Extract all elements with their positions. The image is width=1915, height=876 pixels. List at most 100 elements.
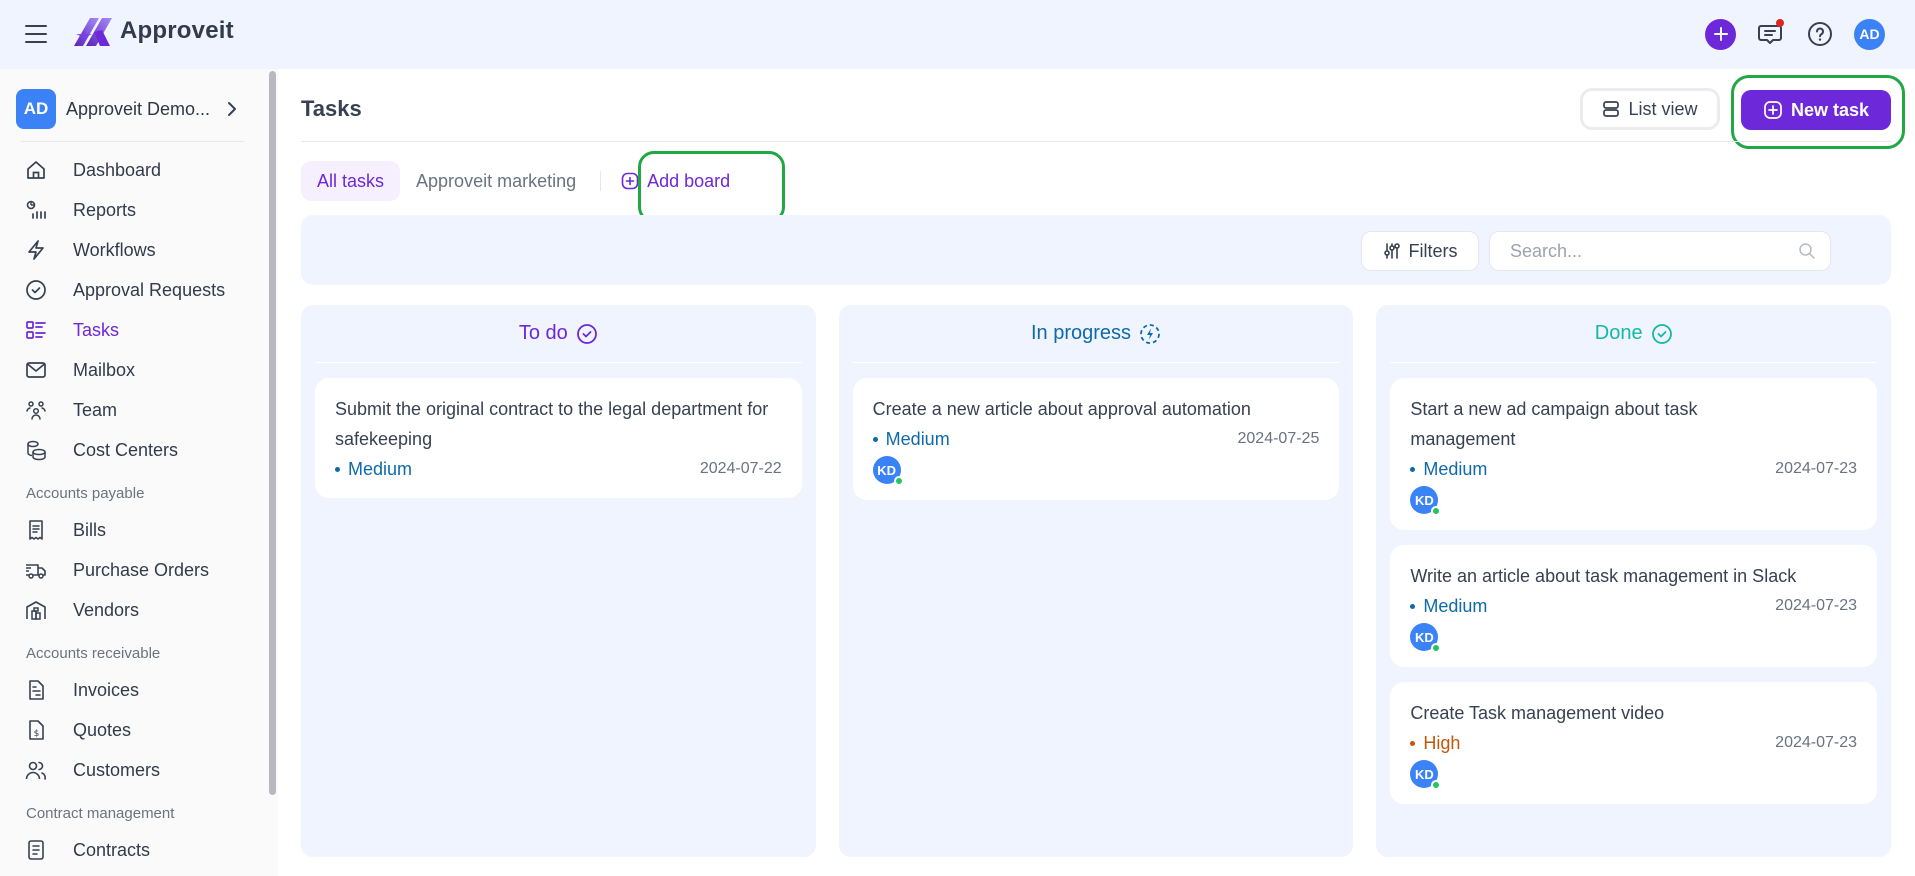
column-in-progress: In progress Create a new article about a…: [838, 305, 1354, 857]
users-icon: [24, 758, 48, 782]
org-name: Approveit Demo...: [66, 98, 211, 119]
assignee-avatar[interactable]: KD: [1410, 623, 1442, 653]
sidebar-item-quotes[interactable]: $ Quotes: [0, 710, 260, 750]
lightning-icon: [24, 238, 48, 262]
sidebar-item-approval-requests[interactable]: Approval Requests: [0, 270, 260, 310]
priority-label: Medium: [885, 428, 950, 449]
sidebar-item-label: Tasks: [73, 319, 120, 340]
priority-dot-icon: [872, 436, 878, 442]
list-view-label: List view: [1628, 98, 1698, 119]
help-icon: [1808, 22, 1832, 46]
contract-icon: [24, 838, 48, 862]
progress-lightning-icon: [1140, 323, 1160, 344]
sidebar-item-label: Purchase Orders: [73, 559, 210, 580]
online-status-icon: [1431, 643, 1442, 653]
approveit-logo-icon: [74, 18, 112, 46]
plus-icon: [1713, 27, 1728, 41]
sidebar-item-label: Customers: [73, 759, 161, 780]
sidebar-item-team[interactable]: Team: [0, 390, 260, 430]
tab-all-tasks[interactable]: All tasks: [301, 161, 401, 201]
messages-button[interactable]: [1754, 18, 1786, 50]
column-header: In progress: [852, 305, 1340, 363]
add-board-label: Add board: [647, 170, 731, 191]
priority-dot-icon: [1410, 740, 1416, 746]
sidebar-item-vendors[interactable]: Vendors: [0, 590, 260, 630]
org-avatar: AD: [16, 89, 56, 129]
tasks-icon: [24, 318, 48, 342]
sidebar-item-label: Contracts: [73, 839, 151, 860]
search-input[interactable]: [1490, 232, 1780, 270]
card-list: Start a new ad campaign about task manag…: [1390, 363, 1878, 804]
card-list: Submit the original contract to the lega…: [315, 363, 802, 498]
new-task-button[interactable]: New task: [1741, 90, 1891, 130]
sidebar-divider: [21, 141, 244, 142]
sidebar-item-bills[interactable]: Bills: [0, 510, 260, 550]
search-field: [1489, 231, 1831, 271]
column-done: Done Start a new ad campaign about task …: [1376, 305, 1892, 857]
assignee-avatar[interactable]: KD: [1410, 486, 1442, 516]
card-list: Create a new article about approval auto…: [852, 363, 1340, 500]
main-content: Tasks List view New task All tasks Appro…: [301, 69, 1905, 876]
user-avatar[interactable]: AD: [1854, 18, 1885, 50]
header-divider: [301, 141, 1891, 142]
chevron-right-icon: [228, 102, 237, 116]
sidebar-item-contracts[interactable]: Contracts: [0, 830, 260, 870]
sidebar-item-invoices[interactable]: Invoices: [0, 670, 260, 710]
menu-icon[interactable]: [24, 23, 48, 45]
sidebar-item-mailbox[interactable]: Mailbox: [0, 350, 260, 390]
task-card[interactable]: Start a new ad campaign about task manag…: [1390, 378, 1878, 530]
sidebar-item-dashboard[interactable]: Dashboard: [0, 150, 260, 190]
sidebar-item-customers[interactable]: Customers: [0, 750, 260, 790]
brand[interactable]: Approveit: [72, 14, 234, 48]
organization-switcher[interactable]: AD Approveit Demo...: [16, 89, 246, 129]
brand-name: Approveit: [120, 17, 234, 44]
tab-approveit-marketing[interactable]: Approveit marketing: [400, 161, 592, 201]
sidebar: AD Approveit Demo... Dashboard Reports W…: [0, 69, 278, 876]
receipt-icon: [24, 518, 48, 542]
sidebar-item-reports[interactable]: Reports: [0, 190, 260, 230]
priority-label: High: [1423, 732, 1461, 753]
task-meta: Medium 2024-07-23: [1410, 454, 1857, 484]
list-view-button[interactable]: List view: [1580, 88, 1720, 130]
sidebar-item-purchase-orders[interactable]: Purchase Orders: [0, 550, 260, 590]
warehouse-icon: [24, 598, 48, 622]
svg-text:$: $: [34, 729, 40, 739]
column-title: In progress: [1030, 322, 1132, 344]
task-card[interactable]: Submit the original contract to the lega…: [315, 378, 802, 498]
search-icon[interactable]: [1798, 242, 1816, 260]
assignee-initials: KD: [1414, 629, 1434, 645]
sidebar-item-cost-centers[interactable]: Cost Centers: [0, 430, 260, 470]
board-toolbar: Filters: [301, 215, 1891, 285]
tab-separator: [600, 171, 602, 191]
sidebar-item-workflows[interactable]: Workflows: [0, 230, 260, 270]
top-bar: Approveit AD: [0, 0, 1915, 69]
database-icon: [24, 438, 48, 462]
task-card[interactable]: Create Task management video High 2024-0…: [1390, 682, 1878, 804]
assignee-avatar[interactable]: KD: [1410, 760, 1442, 790]
task-card[interactable]: Write an article about task management i…: [1390, 545, 1878, 667]
sidebar-scrollbar[interactable]: [269, 71, 276, 795]
sidebar-item-label: Reports: [73, 199, 137, 220]
online-status-icon: [1431, 506, 1442, 516]
add-board-button[interactable]: Add board: [605, 161, 746, 201]
sliders-icon: [1383, 243, 1400, 259]
priority-badge: Medium: [335, 459, 412, 480]
task-meta: Medium 2024-07-22: [335, 454, 782, 484]
priority-label: Medium: [1423, 595, 1488, 616]
sidebar-item-tasks[interactable]: Tasks: [0, 310, 260, 350]
column-todo: To do Submit the original contract to th…: [301, 305, 816, 857]
sidebar-item-label: Quotes: [73, 719, 132, 740]
section-contract-management: Contract management: [26, 805, 175, 822]
assignee-avatar[interactable]: KD: [872, 456, 904, 486]
due-date: 2024-07-22: [699, 460, 782, 477]
help-button[interactable]: [1804, 18, 1836, 50]
sidebar-item-label: Mailbox: [73, 359, 136, 380]
sidebar-item-label: Approval Requests: [73, 279, 226, 300]
quick-add-button[interactable]: [1705, 18, 1736, 50]
priority-badge: Medium: [872, 428, 950, 450]
task-title: Write an article about task management i…: [1410, 566, 1797, 586]
filters-button[interactable]: Filters: [1361, 231, 1479, 271]
assignee-initials: KD: [1414, 766, 1434, 782]
dollar-document-icon: $: [24, 718, 48, 742]
task-card[interactable]: Create a new article about approval auto…: [852, 378, 1340, 500]
